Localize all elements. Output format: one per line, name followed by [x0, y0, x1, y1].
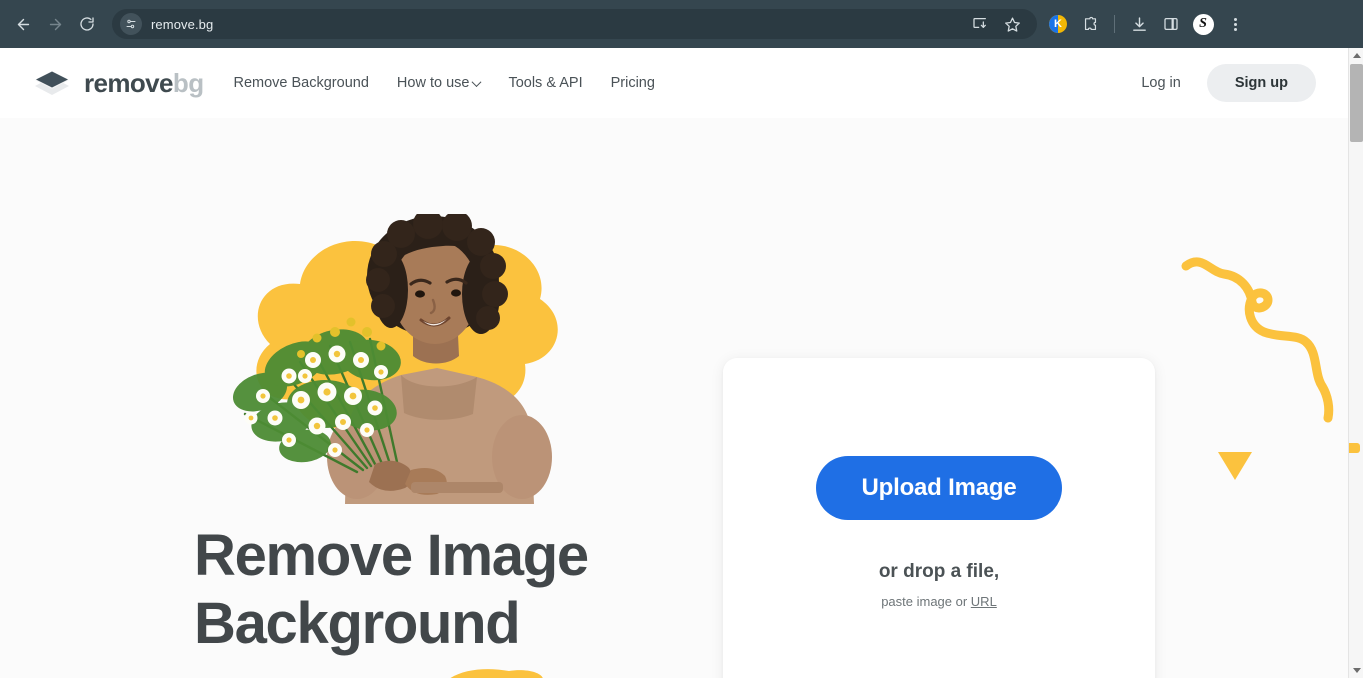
- page-viewport: removebg Remove Background How to use To…: [0, 48, 1348, 678]
- yellow-triangle-decoration-icon: [1218, 452, 1252, 480]
- site-nav: Remove Background How to use Tools & API…: [233, 75, 654, 91]
- nav-label: Pricing: [610, 75, 655, 91]
- chevron-down-icon: [472, 76, 482, 87]
- address-bar[interactable]: remove.bg: [112, 9, 1037, 39]
- extension-k-label: K: [1054, 17, 1062, 30]
- profile-label: S: [1199, 16, 1207, 31]
- bookmark-star-icon: [1004, 16, 1021, 33]
- hero-subtitle: 100% Automatically and Free: [194, 669, 543, 678]
- page-scrollbar[interactable]: [1348, 48, 1363, 678]
- three-dot-menu-icon: [1233, 17, 1237, 31]
- browser-menu-button[interactable]: [1220, 9, 1250, 39]
- header-account-actions: Log in Sign up: [1127, 64, 1316, 102]
- downloads-button[interactable]: [1124, 9, 1154, 39]
- profile-button[interactable]: S: [1188, 9, 1218, 39]
- extension-kagi-button[interactable]: K: [1043, 9, 1073, 39]
- nav-item-remove-background[interactable]: Remove Background: [233, 75, 368, 91]
- install-app-icon: [972, 16, 988, 32]
- upload-image-button[interactable]: Upload Image: [815, 455, 1063, 520]
- hero-section: Remove Image Background 100% Automatical…: [0, 118, 1348, 678]
- install-app-button[interactable]: [965, 9, 995, 39]
- yellow-squiggle-decoration-icon: [1181, 257, 1334, 423]
- browser-toolbar-icons: K S: [1043, 9, 1256, 39]
- paste-hint-prefix: paste image or: [881, 593, 971, 609]
- brand-name-primary: remove: [84, 67, 174, 98]
- extensions-button[interactable]: [1075, 9, 1105, 39]
- back-button[interactable]: [8, 9, 38, 39]
- page-title-line2: Background: [194, 591, 521, 657]
- scroll-up-button[interactable]: [1349, 48, 1363, 63]
- reload-button[interactable]: [72, 9, 102, 39]
- back-arrow-icon: [15, 16, 32, 33]
- forward-button[interactable]: [40, 9, 70, 39]
- hero-subtitle-text: 100% Automatically and: [194, 674, 445, 678]
- puzzle-extension-icon: [1082, 16, 1099, 33]
- brand-name-secondary: bg: [172, 67, 204, 98]
- brand-logo-link[interactable]: removebg: [32, 66, 204, 100]
- hero-artwork: [185, 214, 605, 504]
- free-highlight-text: Free: [459, 674, 505, 678]
- reload-icon: [79, 16, 95, 32]
- side-panel-icon: [1163, 16, 1179, 32]
- brand-name: removebg: [84, 67, 204, 99]
- nav-item-tools-api[interactable]: Tools & API: [508, 75, 582, 91]
- bookmark-button[interactable]: [997, 9, 1027, 39]
- nav-label: How to use: [396, 75, 470, 91]
- toolbar-divider: [1114, 15, 1115, 33]
- layers-diamond-logo-icon: [32, 66, 72, 100]
- nav-item-how-to-use[interactable]: How to use: [396, 75, 482, 91]
- extension-circle-k-icon: K: [1049, 15, 1067, 33]
- caret-down-icon: [1352, 668, 1361, 673]
- caret-up-icon: [1352, 53, 1361, 58]
- forward-arrow-icon: [47, 16, 64, 33]
- paste-url-link[interactable]: URL: [971, 594, 997, 609]
- free-highlight: Free: [450, 669, 543, 678]
- scrollbar-thumb[interactable]: [1350, 64, 1363, 142]
- drop-file-label: or drop a file,: [878, 560, 1000, 582]
- scrollbar-marker: [1349, 443, 1360, 453]
- browser-chrome: remove.bg K S: [0, 0, 1363, 48]
- address-bar-url: remove.bg: [151, 16, 214, 32]
- page-title-line1: Remove Image: [194, 523, 589, 588]
- woman-with-flowers-photo: [232, 214, 552, 504]
- nav-item-pricing[interactable]: Pricing: [611, 75, 655, 91]
- tune-sliders-icon[interactable]: [120, 13, 142, 35]
- profile-avatar-icon: S: [1192, 13, 1214, 35]
- browser-nav-buttons: [0, 9, 102, 39]
- paste-url-hint: paste image or URL: [881, 594, 997, 609]
- site-header: removebg Remove Background How to use To…: [0, 48, 1348, 118]
- upload-dropzone-card[interactable]: Upload Image or drop a file, paste image…: [723, 358, 1155, 678]
- signup-button[interactable]: Sign up: [1206, 64, 1316, 102]
- download-icon: [1131, 16, 1148, 33]
- address-bar-actions: [965, 9, 1027, 39]
- page-title: Remove Image Background: [194, 522, 714, 659]
- nav-label: Tools & API: [508, 75, 583, 91]
- scroll-down-button[interactable]: [1349, 663, 1363, 678]
- nav-label: Remove Background: [233, 75, 369, 91]
- login-link[interactable]: Log in: [1127, 67, 1195, 99]
- side-panel-button[interactable]: [1156, 9, 1186, 39]
